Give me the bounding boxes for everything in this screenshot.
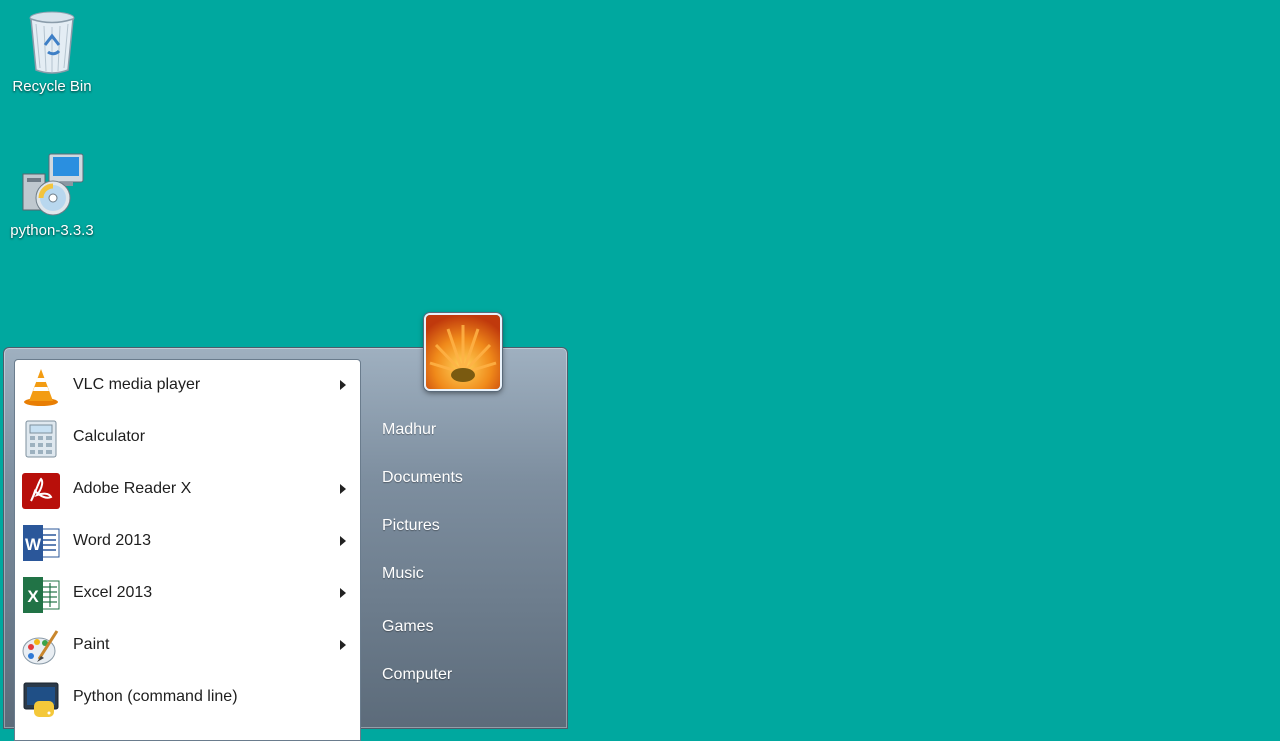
program-excel[interactable]: X Excel 2013: [15, 569, 360, 621]
program-label: Adobe Reader X: [73, 480, 192, 497]
programs-list: VLC media player Calculator Adobe Reader…: [14, 359, 361, 741]
recycle-bin-icon: [29, 11, 75, 74]
desktop-icon-recycle-bin[interactable]: Recycle Bin: [2, 10, 102, 95]
calculator-icon: [25, 420, 57, 458]
place-games[interactable]: Games: [382, 618, 434, 636]
program-label: Word 2013: [73, 532, 151, 549]
submenu-arrow-icon: [340, 536, 346, 546]
program-python[interactable]: Python (command line): [15, 673, 360, 725]
program-label: Calculator: [73, 428, 146, 445]
vlc-icon: [24, 369, 58, 406]
excel-icon: X: [23, 577, 60, 613]
place-documents[interactable]: Documents: [382, 469, 463, 487]
svg-text:X: X: [27, 587, 39, 606]
installer-icon: [22, 153, 84, 216]
submenu-arrow-icon: [340, 380, 346, 390]
adobe-reader-icon: [22, 473, 60, 509]
place-pictures[interactable]: Pictures: [382, 517, 440, 535]
program-label: Excel 2013: [73, 584, 153, 601]
submenu-arrow-icon: [340, 588, 346, 598]
python-icon: [23, 682, 59, 717]
program-word[interactable]: W Word 2013: [15, 517, 360, 569]
program-adobe-reader[interactable]: Adobe Reader X: [15, 465, 360, 517]
recycle-bin-label: Recycle Bin: [12, 78, 92, 95]
place-computer[interactable]: Computer: [382, 666, 452, 684]
user-avatar[interactable]: [424, 313, 502, 391]
paint-icon: [22, 630, 59, 665]
svg-text:W: W: [25, 535, 42, 554]
submenu-arrow-icon: [340, 640, 346, 650]
submenu-arrow-icon: [340, 484, 346, 494]
program-label: Python (command line): [73, 688, 238, 705]
start-menu: VLC media player Calculator Adobe Reader…: [3, 347, 568, 741]
program-label: VLC media player: [73, 376, 201, 393]
program-calculator[interactable]: Calculator: [15, 413, 360, 465]
desktop-icon-python-installer[interactable]: python-3.3.3: [2, 152, 102, 239]
program-vlc[interactable]: VLC media player: [15, 361, 360, 413]
word-icon: W: [23, 525, 60, 561]
python-installer-label: python-3.3.3: [10, 222, 94, 239]
program-paint[interactable]: Paint: [15, 621, 360, 673]
program-label: Paint: [73, 636, 110, 653]
place-music[interactable]: Music: [382, 565, 424, 583]
flower-avatar-icon: [426, 315, 500, 389]
place-user[interactable]: Madhur: [382, 421, 436, 439]
